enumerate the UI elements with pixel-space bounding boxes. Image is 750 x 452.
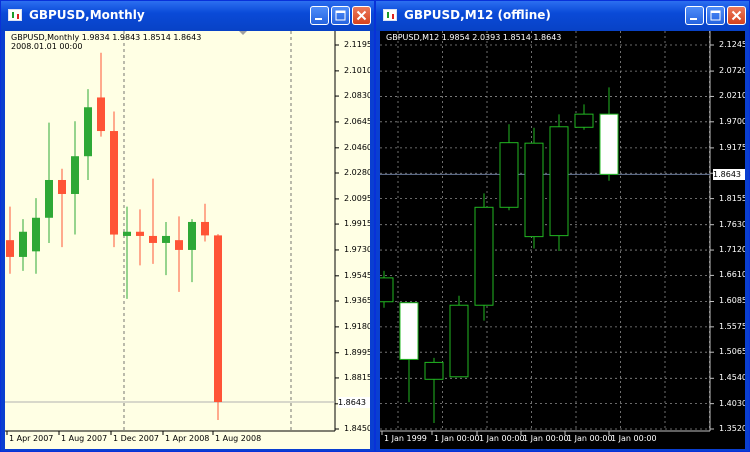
chart-info-line: GBPUSD,M12 1.9854 2.0393 1.8514 1.8643 — [386, 33, 562, 42]
chart-window-icon — [383, 9, 397, 21]
close-icon — [356, 10, 367, 21]
time-tick-label: 1 Jan 00:00 — [611, 434, 657, 443]
chart-info-line: GBPUSD,Monthly 1.9834 1.9843 1.8514 1.86… — [11, 33, 202, 42]
price-tick-label: 2.0645 — [344, 116, 370, 126]
candlestick-chart — [5, 31, 370, 449]
chart-background — [5, 31, 370, 449]
price-tick-label: 1.9365 — [344, 296, 370, 305]
price-tick-label: 2.0280 — [344, 168, 370, 177]
price-tick-label: 1.8995 — [344, 347, 370, 357]
candle-body — [45, 179, 53, 218]
candle-body — [97, 97, 105, 132]
price-tick-label: 1.6085 — [719, 296, 745, 306]
titlebar[interactable]: GBPUSD,Monthly — [1, 1, 374, 31]
price-tick-label: 1.8815 — [344, 372, 370, 382]
time-tick-label: 1 Jan 00:00 — [567, 434, 613, 443]
candle-body — [32, 217, 40, 252]
current-price-label: 1.8643 — [713, 168, 745, 180]
price-tick-label: 1.4540 — [719, 373, 745, 383]
titlebar[interactable]: GBPUSD,M12 (offline) — [376, 1, 749, 31]
time-tick-label: 1 Dec 2007 — [113, 434, 160, 443]
candle-body — [84, 107, 92, 157]
price-chart-m12[interactable]: GBPUSD,M12 1.9854 2.0393 1.8514 1.8643 2… — [380, 31, 745, 449]
candle-body — [524, 142, 544, 238]
maximize-button[interactable] — [706, 6, 725, 25]
candle-body — [449, 304, 469, 378]
minimize-icon — [690, 18, 697, 20]
candle-body — [188, 221, 196, 250]
time-tick-label: 1 Aug 2008 — [215, 434, 262, 443]
price-tick-label: 1.9545 — [344, 270, 370, 280]
price-tick-label: 1.4030 — [719, 398, 745, 408]
candle-body — [162, 235, 170, 243]
price-tick-label: 2.1010 — [344, 65, 370, 75]
candle-body — [110, 131, 118, 235]
price-chart-monthly[interactable]: GBPUSD,Monthly 1.9834 1.9843 1.8514 1.86… — [5, 31, 370, 449]
candle-body — [136, 231, 144, 236]
candle-body — [214, 235, 222, 403]
chart-background — [380, 31, 745, 449]
minimize-icon — [315, 18, 322, 20]
price-tick-label: 2.1195 — [344, 40, 370, 49]
candle-body — [58, 179, 66, 194]
price-tick-label: 2.0720 — [719, 66, 745, 76]
minimize-button[interactable] — [310, 6, 329, 25]
price-tick-label: 1.6610 — [719, 270, 745, 280]
window-gbpusd-monthly[interactable]: GBPUSD,Monthly GBPUSD,Monthly 1.9834 1.9… — [0, 0, 375, 452]
candle-body — [201, 221, 209, 236]
time-tick-label: 1 Jan 00:00 — [523, 434, 569, 443]
candle-body — [399, 302, 419, 360]
time-tick-label: 1 Jan 00:00 — [479, 434, 525, 443]
time-tick-label: 1 Jan 1999 — [384, 434, 427, 443]
price-tick-label: 1.9730 — [344, 244, 370, 254]
time-tick-label: 1 Apr 2008 — [165, 434, 210, 443]
maximize-icon — [335, 10, 346, 21]
window-title: GBPUSD,M12 (offline) — [404, 8, 551, 22]
chart-info-date: 2008.01.01 00:00 — [11, 42, 83, 51]
candlestick-chart — [380, 31, 745, 449]
maximize-icon — [710, 10, 721, 21]
price-tick-label: 2.0830 — [344, 91, 370, 101]
close-button[interactable] — [727, 6, 746, 25]
candle-body — [499, 142, 519, 208]
price-tick-label: 2.0460 — [344, 142, 370, 152]
price-tick-label: 2.0095 — [344, 193, 370, 203]
candle-body — [175, 240, 183, 250]
candle-body — [149, 235, 157, 243]
candle-body — [19, 231, 27, 257]
price-tick-label: 1.9175 — [719, 142, 745, 152]
candle-body — [574, 113, 594, 128]
close-icon — [731, 10, 742, 21]
price-tick-label: 2.1245 — [719, 40, 745, 49]
candle-body — [123, 231, 131, 236]
price-tick-label: 1.9915 — [344, 219, 370, 229]
candle-body — [424, 361, 444, 380]
candle-body — [380, 277, 394, 303]
candle-body — [549, 126, 569, 237]
current-price-label: 1.8643 — [338, 396, 370, 408]
price-tick-label: 2.0210 — [719, 91, 745, 101]
minimize-button[interactable] — [685, 6, 704, 25]
candle-body — [6, 240, 14, 257]
candle-body — [71, 156, 79, 194]
time-tick-label: 1 Aug 2007 — [61, 434, 108, 443]
maximize-button[interactable] — [331, 6, 350, 25]
time-tick-label: 1 Apr 2007 — [9, 434, 54, 443]
candle-body — [474, 206, 494, 306]
price-tick-label: 1.3520 — [719, 424, 745, 433]
price-tick-label: 1.5575 — [719, 321, 745, 331]
price-tick-label: 1.8155 — [719, 193, 745, 203]
price-tick-label: 1.9180 — [344, 321, 370, 331]
price-tick-label: 1.9700 — [719, 116, 745, 126]
price-tick-label: 1.8450 — [344, 424, 370, 433]
price-tick-label: 1.7120 — [719, 245, 745, 255]
price-tick-label: 1.5065 — [719, 347, 745, 357]
close-button[interactable] — [352, 6, 371, 25]
window-title: GBPUSD,Monthly — [29, 8, 145, 22]
time-tick-label: 1 Jan 00:00 — [434, 434, 480, 443]
chart-window-icon — [8, 9, 22, 21]
price-tick-label: 1.7630 — [719, 219, 745, 229]
candle-body — [599, 113, 619, 175]
window-gbpusd-m12-offline[interactable]: GBPUSD,M12 (offline) GBPUSD,M12 1.9854 2… — [375, 0, 750, 452]
